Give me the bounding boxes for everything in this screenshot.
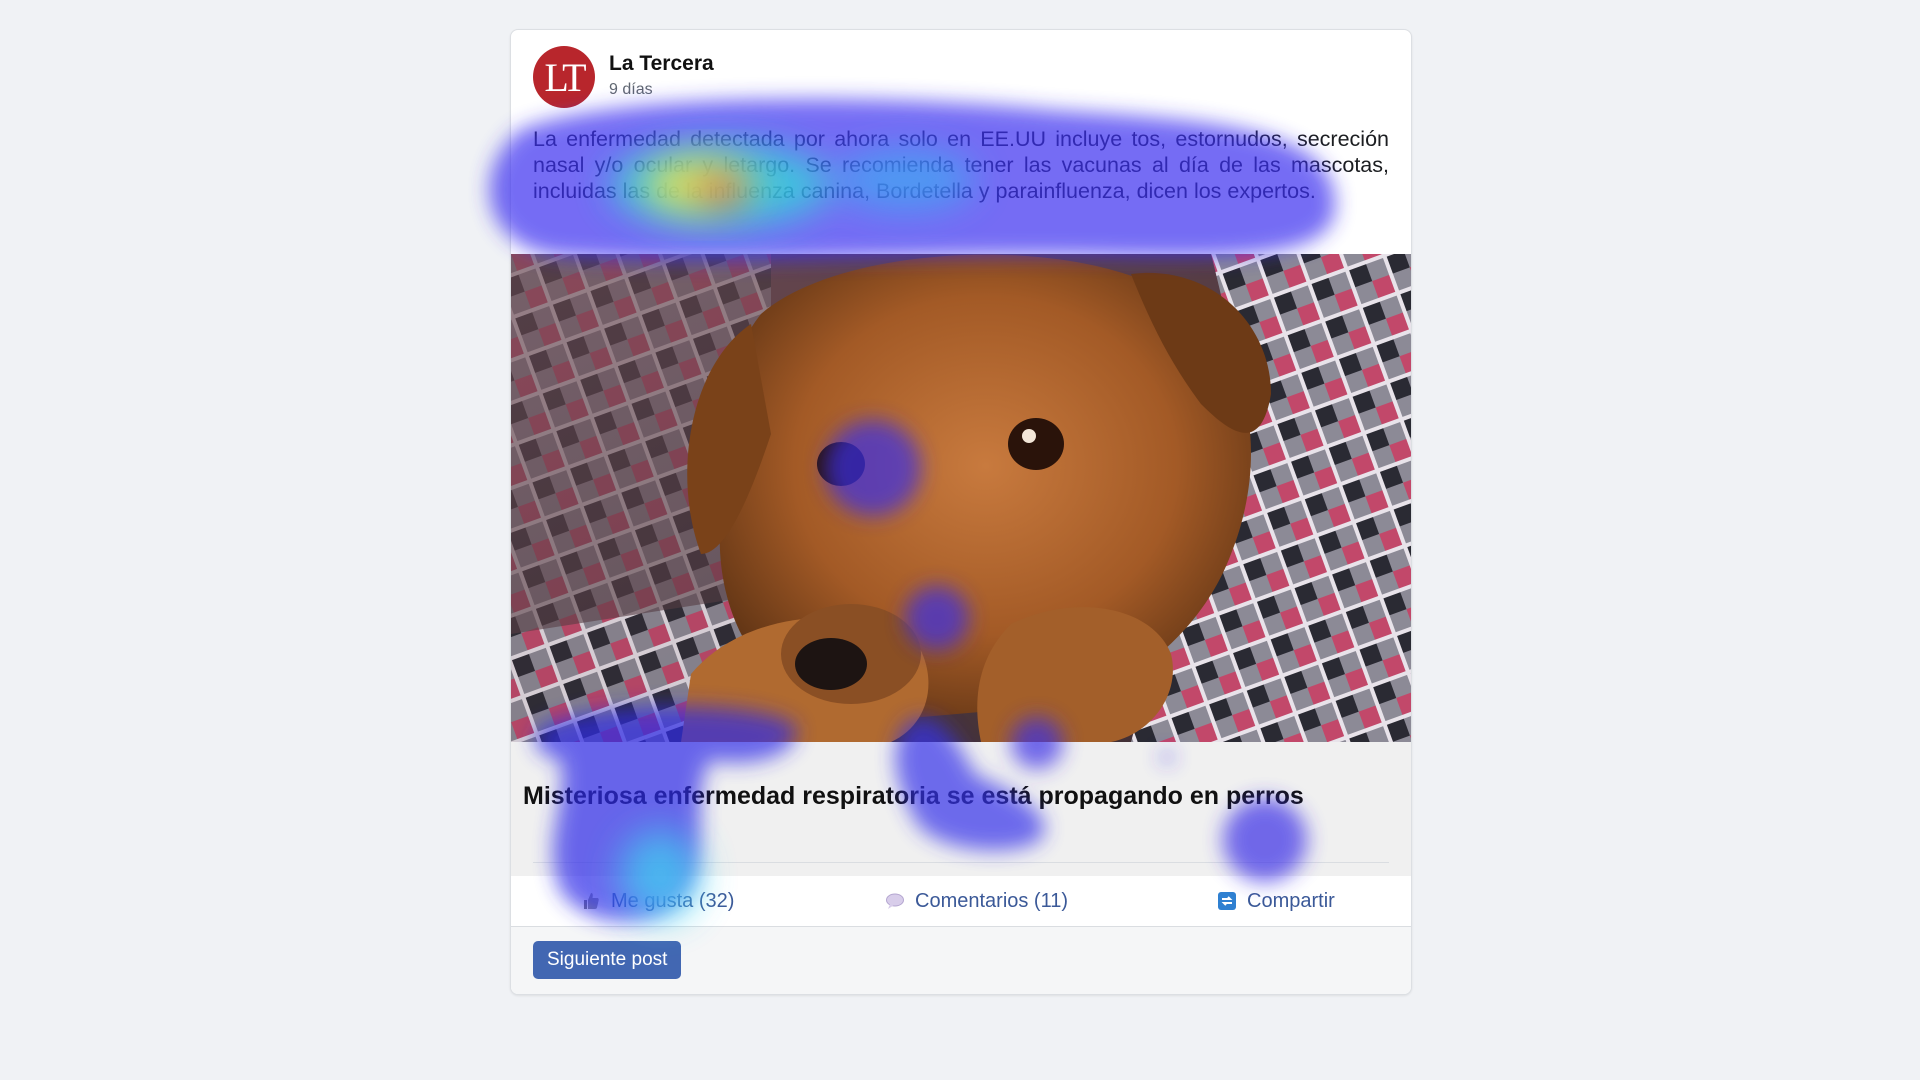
- post-card: LT La Tercera 9 días La enfermedad detec…: [510, 29, 1412, 995]
- post-footer: Siguiente post: [511, 926, 1411, 994]
- post-timestamp: 9 días: [609, 81, 653, 98]
- comments-button[interactable]: Comentarios (11): [885, 876, 1068, 926]
- post-header: LT La Tercera 9 días: [533, 46, 1383, 110]
- share-icon: [1218, 892, 1236, 910]
- share-button[interactable]: Compartir: [1217, 876, 1335, 926]
- post-headline[interactable]: Misteriosa enfermedad respiratoria se es…: [523, 782, 1399, 811]
- thumbs-up-icon: [584, 893, 599, 909]
- like-button[interactable]: Me gusta (32): [581, 876, 734, 926]
- share-label: Compartir: [1247, 889, 1335, 912]
- source-name[interactable]: La Tercera: [609, 52, 714, 76]
- post-image[interactable]: [511, 254, 1411, 742]
- headline-box[interactable]: Misteriosa enfermedad respiratoria se es…: [511, 742, 1411, 876]
- like-label: Me gusta (32): [611, 889, 735, 912]
- post-body-text: La enfermedad detectada por ahora solo e…: [533, 127, 1389, 203]
- speech-bubble-icon: [886, 893, 904, 909]
- divider: [533, 862, 1389, 863]
- dog-photo: [511, 254, 1411, 742]
- source-avatar[interactable]: LT: [533, 46, 595, 108]
- next-post-button[interactable]: Siguiente post: [533, 941, 682, 979]
- post-actions: Me gusta (32) Comentarios (11) Compartir: [511, 876, 1411, 926]
- comments-label: Comentarios (11): [915, 889, 1069, 912]
